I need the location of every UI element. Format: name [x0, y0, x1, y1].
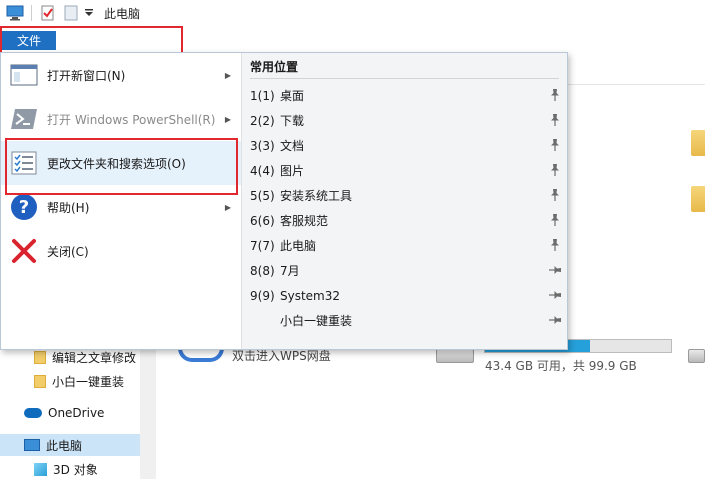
- place-name: 桌面: [280, 89, 305, 103]
- place-number: 1(1): [250, 88, 275, 103]
- svg-text:?: ?: [19, 197, 29, 218]
- folder-icon: [34, 374, 46, 388]
- menu-item-label: 帮助(H): [47, 200, 90, 215]
- 3d-objects-icon: [34, 462, 47, 476]
- place-item[interactable]: 2(2) 下载: [242, 108, 567, 133]
- menu-item-label: 关闭(C): [47, 244, 89, 259]
- menu-item-open-powershell[interactable]: 打开 Windows PowerShell(R) ▶: [1, 97, 241, 141]
- pinned-icon[interactable]: [548, 238, 562, 252]
- unpinned-icon[interactable]: [548, 288, 562, 302]
- computer-icon[interactable]: [4, 4, 26, 22]
- new-folder-icon[interactable]: [62, 4, 80, 22]
- submenu-arrow-icon: ▶: [224, 202, 231, 212]
- place-name: 下载: [280, 114, 305, 128]
- nav-item-label: 编辑之文章修改: [52, 350, 137, 365]
- menu-item-close[interactable]: 关闭(C): [1, 229, 241, 273]
- drive-usage-text: 43.4 GB 可用，共 99.9 GB: [485, 359, 637, 373]
- folder-icon: [691, 130, 705, 156]
- drive-icon[interactable]: [436, 349, 474, 363]
- file-menu-commands: 打开新窗口(N) ▶ 打开 Windows PowerShell(R) ▶ 更改…: [1, 53, 241, 349]
- place-name: 文档: [280, 139, 305, 153]
- pinned-icon[interactable]: [548, 188, 562, 202]
- place-number: 3(3): [250, 138, 275, 153]
- powershell-icon: [9, 104, 39, 134]
- pinned-icon[interactable]: [548, 163, 562, 177]
- nav-item-label: OneDrive: [48, 406, 105, 420]
- address-bar-edge: [568, 84, 705, 85]
- place-item[interactable]: 9(9) System32: [242, 283, 567, 308]
- place-item[interactable]: 小白一键重装: [242, 308, 567, 333]
- place-name: 图片: [280, 164, 305, 178]
- properties-icon[interactable]: [38, 4, 58, 22]
- onedrive-icon: [24, 408, 42, 418]
- new-window-icon: [9, 60, 39, 90]
- place-name: System32: [280, 288, 341, 303]
- file-menu: 打开新窗口(N) ▶ 打开 Windows PowerShell(R) ▶ 更改…: [0, 52, 568, 350]
- place-item[interactable]: 5(5) 安装系统工具: [242, 183, 567, 208]
- place-item[interactable]: 3(3) 文档: [242, 133, 567, 158]
- frequent-places-separator: [250, 78, 559, 79]
- pinned-icon[interactable]: [548, 213, 562, 227]
- place-number: 8(8): [250, 263, 275, 278]
- place-number: 9(9): [250, 288, 275, 303]
- nav-item-3d-objects[interactable]: 3D 对象: [34, 458, 98, 480]
- place-number: 6(6): [250, 213, 275, 228]
- nav-item-this-pc[interactable]: 此电脑: [24, 434, 82, 456]
- nav-item-onedrive[interactable]: OneDrive: [24, 402, 104, 424]
- place-item[interactable]: 6(6) 客服规范: [242, 208, 567, 233]
- highlight-box-folder-options: [5, 138, 238, 195]
- menu-item-label: 打开 Windows PowerShell(R): [47, 112, 216, 127]
- navigation-scrollbar[interactable]: [140, 350, 156, 479]
- place-name: 客服规范: [280, 214, 329, 228]
- submenu-arrow-icon: ▶: [224, 70, 231, 80]
- close-icon: [9, 236, 39, 266]
- title-bar: 此电脑: [0, 0, 705, 26]
- place-name: 此电脑: [280, 239, 317, 253]
- unpinned-icon[interactable]: [548, 313, 562, 327]
- place-item[interactable]: 7(7) 此电脑: [242, 233, 567, 258]
- nav-item-label: 3D 对象: [53, 462, 98, 477]
- unpinned-icon[interactable]: [548, 263, 562, 277]
- pinned-icon[interactable]: [548, 138, 562, 152]
- place-number: 4(4): [250, 163, 275, 178]
- menu-item-label: 打开新窗口(N): [47, 68, 126, 83]
- nav-item-label: 此电脑: [46, 438, 83, 453]
- place-name: 安装系统工具: [280, 189, 353, 203]
- nav-item-folder-reinstall[interactable]: 小白一键重装: [34, 370, 124, 392]
- submenu-arrow-icon: ▶: [224, 114, 231, 124]
- pinned-icon[interactable]: [548, 88, 562, 102]
- nav-item-label: 小白一键重装: [52, 374, 125, 389]
- folder-icon: [34, 350, 46, 364]
- folder-icon: [691, 186, 705, 212]
- frequent-places-header: 常用位置: [250, 60, 299, 74]
- toolbar-separator: [31, 5, 32, 21]
- frequent-places-panel: 常用位置 1(1) 桌面 2(2) 下载 3(3) 文档 4(4) 图片 5(5…: [242, 53, 567, 349]
- this-pc-icon: [24, 439, 40, 451]
- window-title: 此电脑: [104, 7, 141, 21]
- help-icon: ?: [9, 192, 39, 222]
- place-number: 5(5): [250, 188, 275, 203]
- drive-icon[interactable]: [688, 349, 705, 363]
- place-name: 7月: [280, 264, 300, 278]
- place-item[interactable]: 1(1) 桌面: [242, 83, 567, 108]
- menu-item-open-new-window[interactable]: 打开新窗口(N) ▶: [1, 53, 241, 97]
- place-number: 2(2): [250, 113, 275, 128]
- pinned-icon[interactable]: [548, 113, 562, 127]
- customize-quick-access-dropdown[interactable]: [82, 4, 96, 22]
- place-name: 小白一键重装: [280, 314, 353, 328]
- place-number: 7(7): [250, 238, 275, 253]
- place-item[interactable]: 8(8) 7月: [242, 258, 567, 283]
- place-item[interactable]: 4(4) 图片: [242, 158, 567, 183]
